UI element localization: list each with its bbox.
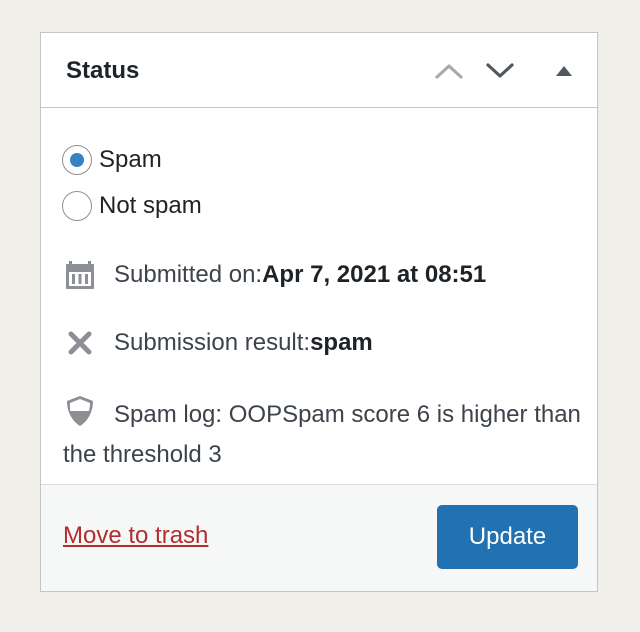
radio-option-spam[interactable]: Spam	[62, 145, 162, 175]
submitted-on-row: Submitted on: Apr 7, 2021 at 08:51	[63, 258, 486, 292]
panel-body: Spam Not spam Submitted on: Apr 7, 2021 …	[41, 108, 597, 486]
toggle-panel-button[interactable]	[546, 53, 582, 89]
not-spam-radio[interactable]	[62, 191, 92, 221]
spam-log-text: Spam log: OOPSpam score 6 is higher than…	[63, 401, 581, 468]
chevron-down-icon	[486, 63, 514, 78]
submission-result-row: Submission result: spam	[63, 326, 373, 360]
spam-log: Spam log: OOPSpam score 6 is higher than…	[63, 394, 583, 475]
radio-option-not-spam[interactable]: Not spam	[62, 191, 202, 221]
close-x-icon	[63, 326, 97, 360]
submitted-date: Apr 7, 2021 at 08:51	[262, 261, 487, 288]
result-label: Submission result:	[114, 329, 311, 356]
panel-footer: Move to trash Update	[41, 484, 597, 591]
chevron-up-icon	[435, 64, 463, 79]
move-up-button[interactable]	[431, 53, 467, 89]
result-value: spam	[310, 329, 373, 356]
spam-radio[interactable]	[62, 145, 92, 175]
update-button[interactable]: Update	[437, 505, 578, 569]
status-panel: Status Spam Not spam Submitted on: Apr 7…	[40, 32, 598, 592]
triangle-up-icon	[556, 66, 572, 76]
move-down-button[interactable]	[482, 53, 518, 89]
panel-title: Status	[66, 57, 140, 84]
calendar-icon	[63, 258, 97, 292]
panel-header: Status	[41, 33, 597, 108]
submitted-label: Submitted on:	[114, 261, 263, 288]
shield-icon	[67, 396, 93, 426]
move-to-trash-link[interactable]: Move to trash	[63, 522, 208, 550]
spam-radio-label: Spam	[99, 146, 162, 173]
not-spam-radio-label: Not spam	[99, 192, 202, 219]
